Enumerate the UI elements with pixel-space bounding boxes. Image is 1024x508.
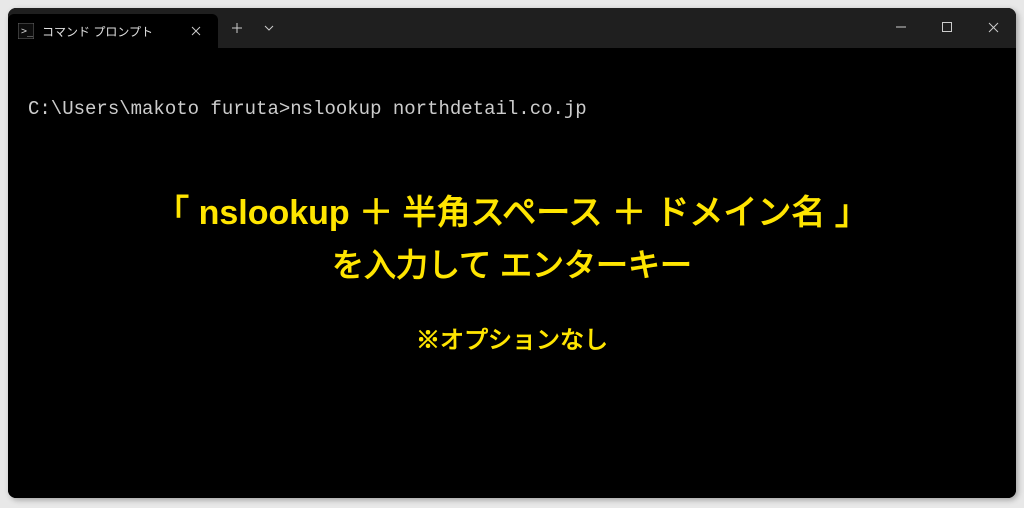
annotation-overlay: 「 nslookup ＋ 半角スペース ＋ ドメイン名 」 を入力して エンター… <box>8 186 1016 355</box>
svg-text:>_: >_ <box>21 26 34 37</box>
active-tab[interactable]: >_ コマンド プロンプト <box>8 14 218 48</box>
annotation-line3: ※オプションなし <box>8 320 1016 355</box>
terminal-body[interactable]: C:\Users\makoto furuta>nslookup northdet… <box>8 48 1016 498</box>
annotation-line2: を入力して エンターキー <box>8 240 1016 291</box>
window-controls <box>878 8 1016 46</box>
tab-close-button[interactable] <box>184 19 208 43</box>
prompt-line: C:\Users\makoto furuta>nslookup northdet… <box>28 98 996 120</box>
terminal-window: >_ コマンド プロンプト <box>8 8 1016 498</box>
minimize-button[interactable] <box>878 8 924 46</box>
titlebar: >_ コマンド プロンプト <box>8 8 1016 48</box>
new-tab-button[interactable] <box>222 13 252 43</box>
tab-label: コマンド プロンプト <box>42 23 176 40</box>
cmd-icon: >_ <box>18 23 34 39</box>
close-button[interactable] <box>970 8 1016 46</box>
maximize-button[interactable] <box>924 8 970 46</box>
tab-dropdown-button[interactable] <box>254 13 284 43</box>
command-text: nslookup northdetail.co.jp <box>290 98 586 120</box>
annotation-line1: 「 nslookup ＋ 半角スペース ＋ ドメイン名 」 <box>8 186 1016 240</box>
prompt-path: C:\Users\makoto furuta> <box>28 98 290 120</box>
